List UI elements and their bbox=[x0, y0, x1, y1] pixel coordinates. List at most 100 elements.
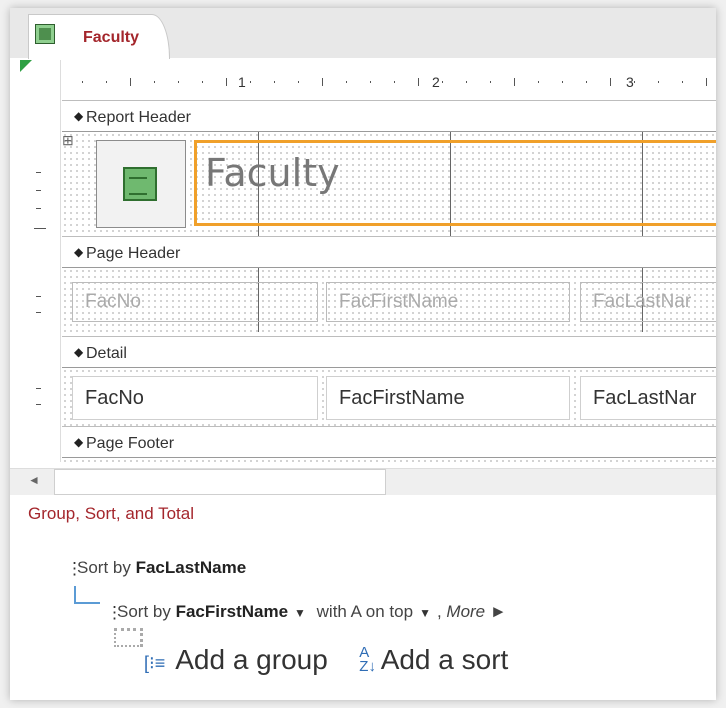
ruler-tick bbox=[202, 81, 203, 83]
ruler-tick bbox=[36, 404, 41, 405]
band-label: Page Footer bbox=[86, 435, 175, 452]
field-text: FacFirstName bbox=[339, 387, 465, 409]
textbox-facno[interactable]: FacNo bbox=[72, 376, 318, 420]
ruler-tick bbox=[634, 81, 635, 83]
band-report-header[interactable]: ◆ Report Header bbox=[62, 100, 716, 132]
band-marker-icon: ◆ bbox=[74, 245, 84, 259]
label-facfirstname[interactable]: FacFirstName bbox=[326, 282, 570, 322]
ruler-tick bbox=[322, 78, 323, 86]
sort-level-1[interactable]: ⋮Sort by FacLastName bbox=[66, 558, 246, 579]
ruler-tick bbox=[154, 81, 155, 83]
ruler-tick bbox=[36, 172, 41, 173]
field-text: FacLastNar bbox=[593, 387, 697, 409]
sort-order[interactable]: with A on top bbox=[317, 602, 413, 621]
selector-triangle-icon bbox=[20, 60, 32, 72]
sort-prefix: Sort by bbox=[117, 602, 171, 621]
band-marker-icon: ◆ bbox=[74, 109, 84, 123]
report-title: Faculty bbox=[205, 151, 340, 195]
ruler-tick bbox=[370, 81, 371, 83]
tree-connector bbox=[114, 628, 143, 647]
band-marker-icon: ◆ bbox=[74, 345, 84, 359]
scroll-left-icon[interactable]: ◄ bbox=[28, 473, 40, 487]
document-tab-strip: Faculty bbox=[10, 8, 716, 59]
label-text: FacNo bbox=[85, 291, 141, 312]
band-page-footer[interactable]: ◆ Page Footer bbox=[62, 426, 716, 458]
label-facno[interactable]: FacNo bbox=[72, 282, 318, 322]
ruler-tick bbox=[466, 81, 467, 83]
label-faclastname[interactable]: FacLastNar bbox=[580, 282, 716, 322]
dropdown-arrow-icon[interactable]: ▼ bbox=[294, 606, 306, 620]
band-label: Detail bbox=[86, 345, 127, 362]
ruler-tick bbox=[586, 81, 587, 83]
ruler-tick bbox=[346, 81, 347, 83]
add-group-icon[interactable]: [⁝≡ bbox=[144, 653, 165, 673]
ruler-tick bbox=[130, 78, 131, 86]
band-label: Page Header bbox=[86, 245, 181, 262]
report-icon bbox=[35, 24, 55, 44]
ruler-tick bbox=[36, 388, 41, 389]
ruler-tick bbox=[514, 78, 515, 86]
ruler-tick bbox=[682, 81, 683, 83]
report-header-section[interactable]: ⊞ Faculty bbox=[62, 132, 716, 236]
ruler-tick bbox=[442, 81, 443, 83]
ruler-tick bbox=[706, 78, 707, 86]
drag-handle-icon[interactable]: ⋮ bbox=[66, 559, 83, 579]
page-header-section[interactable]: FacNo FacFirstName FacLastNar bbox=[62, 268, 716, 332]
ruler-tick bbox=[178, 81, 179, 83]
page-footer-section[interactable] bbox=[62, 458, 716, 462]
vertical-ruler[interactable] bbox=[20, 100, 61, 462]
horizontal-scrollbar[interactable]: ◄ bbox=[10, 468, 716, 495]
tab-label: Faculty bbox=[83, 29, 140, 46]
ruler-tick bbox=[250, 81, 251, 83]
sort-field[interactable]: FacLastName bbox=[136, 558, 247, 577]
more-options-link[interactable]: More ► bbox=[446, 602, 506, 621]
ruler-tick bbox=[658, 81, 659, 83]
ruler-number: 1 bbox=[238, 74, 246, 90]
drag-handle-icon[interactable]: ⋮ bbox=[106, 603, 123, 623]
sort-level-2[interactable]: ⋮Sort by FacFirstName ▼ with A on top ▼, M… bbox=[106, 602, 507, 623]
scroll-thumb[interactable] bbox=[54, 469, 386, 495]
report-design-window: Faculty 1 2 3 ◆ Report Header ⊞ Faculty … bbox=[10, 8, 716, 700]
report-logo[interactable] bbox=[96, 140, 186, 228]
sort-field[interactable]: FacFirstName bbox=[176, 602, 288, 621]
ruler-tick bbox=[274, 81, 275, 83]
ruler-tick bbox=[418, 78, 419, 86]
textbox-facfirstname[interactable]: FacFirstName bbox=[326, 376, 570, 420]
horizontal-ruler[interactable]: 1 2 3 bbox=[62, 60, 716, 101]
field-text: FacNo bbox=[85, 387, 144, 409]
tree-connector bbox=[74, 586, 100, 604]
notebook-icon bbox=[123, 167, 157, 201]
ruler-tick bbox=[36, 190, 41, 191]
sort-az-icon[interactable]: A Z↓ bbox=[359, 645, 376, 674]
label-text: FacFirstName bbox=[339, 291, 459, 312]
ruler-tick bbox=[610, 78, 611, 86]
band-detail[interactable]: ◆ Detail bbox=[62, 336, 716, 368]
design-surface: ◆ Report Header ⊞ Faculty ◆ Page Header … bbox=[62, 100, 716, 462]
ruler-number: 3 bbox=[626, 74, 634, 90]
label-text: FacLastNar bbox=[593, 291, 692, 312]
dropdown-arrow-icon[interactable]: ▼ bbox=[419, 606, 431, 620]
sort-prefix: Sort by bbox=[77, 558, 131, 577]
ruler-tick bbox=[538, 81, 539, 83]
ruler-tick bbox=[36, 208, 41, 209]
tab-faculty[interactable]: Faculty bbox=[28, 14, 170, 59]
add-row: [⁝≡ Add a group A Z↓ Add a sort bbox=[144, 644, 508, 676]
group-sort-total-title: Group, Sort, and Total bbox=[28, 504, 195, 523]
add-sort-button[interactable]: Add a sort bbox=[381, 644, 509, 675]
ruler-tick bbox=[490, 81, 491, 83]
band-page-header[interactable]: ◆ Page Header bbox=[62, 236, 716, 268]
detail-section[interactable]: FacNo FacFirstName FacLastNar bbox=[62, 368, 716, 426]
ruler-tick bbox=[226, 78, 227, 86]
band-marker-icon: ◆ bbox=[74, 435, 84, 449]
ruler-tick bbox=[394, 81, 395, 83]
ruler-tick bbox=[562, 81, 563, 83]
report-title-control[interactable]: Faculty bbox=[194, 140, 716, 226]
ruler-tick bbox=[36, 296, 41, 297]
add-group-button[interactable]: Add a group bbox=[175, 644, 328, 675]
report-selector[interactable] bbox=[20, 60, 61, 101]
textbox-faclastname[interactable]: FacLastNar bbox=[580, 376, 716, 420]
ruler-tick bbox=[36, 312, 41, 313]
move-handle-icon[interactable]: ⊞ bbox=[62, 132, 74, 149]
band-label: Report Header bbox=[86, 109, 191, 126]
ruler-tick bbox=[298, 81, 299, 83]
